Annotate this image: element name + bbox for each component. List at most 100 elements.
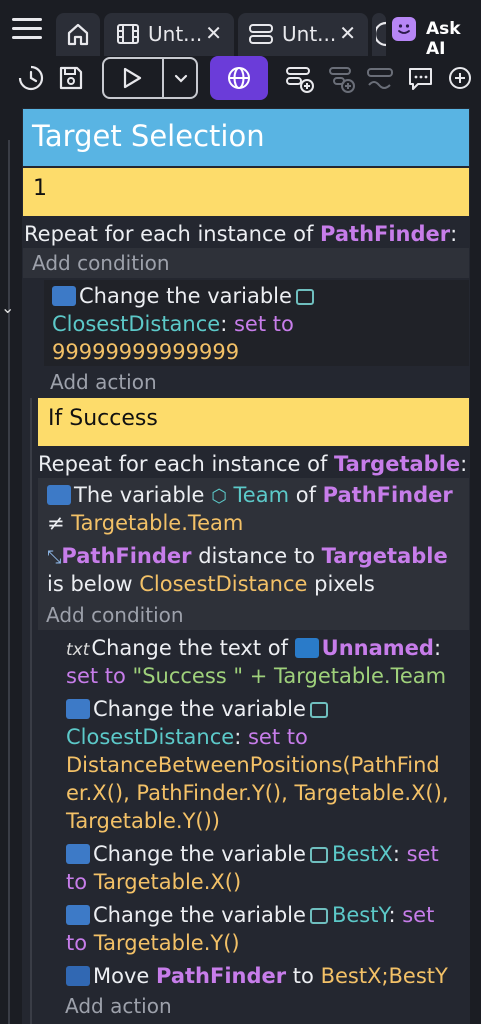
- condition-variable[interactable]: The variable ⬡ Team of PathFinder: [47, 481, 453, 511]
- repeat-event-header[interactable]: Repeat for each instance of PathFinder:: [24, 220, 457, 248]
- tab-label: Unt...: [148, 22, 203, 46]
- set: set: [399, 842, 439, 866]
- add-action-button[interactable]: Add action: [50, 370, 157, 394]
- action-change-text[interactable]: txtChange the text of Unnamed:: [66, 634, 441, 664]
- tab-bar: Unt... ✕ Unt... ✕ Ask AI: [0, 0, 481, 59]
- action-change-closest-line2: ClosestDistance: set to: [66, 723, 308, 751]
- ask-ai-label: Ask AI: [426, 19, 461, 59]
- tab-events[interactable]: Unt... ✕: [238, 13, 368, 56]
- tab-label: Unt...: [282, 22, 337, 46]
- condition-distance-line2: is below ClosestDistance pixels: [47, 570, 375, 598]
- tab-scene[interactable]: Unt... ✕: [104, 13, 234, 56]
- variable-name: Team: [233, 483, 290, 507]
- not-equal: ≠: [47, 511, 72, 535]
- gutter-line: [8, 140, 10, 1024]
- variable-icon: [66, 699, 90, 719]
- set-to: set to: [66, 664, 126, 688]
- condition-text: is below: [47, 572, 140, 596]
- add-event-icon[interactable]: [285, 65, 315, 95]
- variable-small-icon: [309, 847, 328, 863]
- add-sub-event-icon[interactable]: [326, 65, 356, 95]
- chevron-down-icon[interactable]: [173, 71, 189, 87]
- action-move[interactable]: Move PathFinder to BestX;BestY: [66, 962, 448, 990]
- to: to: [66, 870, 88, 894]
- action-text: Change the variable: [93, 697, 306, 721]
- hamburger-menu-icon[interactable]: [12, 18, 42, 40]
- group-title: If Success: [48, 406, 158, 431]
- add-comment-icon[interactable]: [407, 65, 435, 93]
- action-text: Change the variable: [79, 284, 292, 308]
- group-title: 1: [33, 176, 47, 201]
- sub-event-line: [30, 398, 32, 1024]
- object-name: PathFinder: [156, 964, 287, 988]
- comment-event[interactable]: Target Selection: [23, 109, 469, 166]
- film-icon: [117, 24, 139, 44]
- comment-text: Target Selection: [32, 119, 265, 153]
- action-change-closest[interactable]: Change the variable: [66, 695, 332, 723]
- globe-icon: [228, 67, 250, 89]
- variable-name: BestX: [331, 842, 393, 866]
- action-text: Change the variable: [93, 903, 306, 927]
- distance-icon: ⤡: [47, 547, 62, 568]
- object-name: PathFinder: [322, 483, 453, 507]
- group-event-2[interactable]: If Success: [38, 398, 469, 446]
- repeat-suffix: :: [450, 222, 458, 246]
- publish-button[interactable]: [210, 56, 268, 100]
- condition-value: Targetable.Team: [71, 511, 244, 535]
- save-icon[interactable]: [58, 65, 84, 91]
- object-name: PathFinder: [320, 222, 451, 246]
- variable-small-icon: [309, 908, 328, 924]
- tab-home[interactable]: [56, 13, 100, 56]
- add-condition-button[interactable]: Add condition: [32, 251, 170, 275]
- ask-ai-button[interactable]: Ask AI: [388, 12, 481, 59]
- repeat-suffix: :: [460, 452, 468, 476]
- variable-icon: [66, 905, 90, 925]
- history-icon[interactable]: [17, 64, 45, 92]
- action-change-besty[interactable]: Change the variable BestY: set: [66, 901, 434, 929]
- action-change-bestx[interactable]: Change the variable BestX: set: [66, 840, 439, 868]
- action-change-text-line2: set to "Success " + Targetable.Team: [66, 662, 446, 690]
- add-icon[interactable]: [447, 65, 473, 91]
- ask-ai-icon: [392, 17, 416, 41]
- repeat-prefix: Repeat for each instance of: [24, 222, 321, 246]
- action-value: Targetable.Y(): [93, 931, 240, 955]
- action-value: "Success " + Targetable.Team: [125, 664, 447, 688]
- repeat-event-header[interactable]: Repeat for each instance of Targetable:: [38, 450, 467, 478]
- toolbar: [0, 56, 481, 104]
- collapse-chevron-icon[interactable]: ⌄: [1, 298, 14, 317]
- object-name: PathFinder: [61, 544, 192, 568]
- move-icon: [66, 966, 90, 986]
- condition-distance[interactable]: ⤡PathFinder distance to Targetable: [47, 542, 448, 572]
- add-condition-button[interactable]: Add condition: [46, 603, 184, 627]
- action-value: Targetable.X(): [93, 870, 242, 894]
- variable-small-icon: [309, 702, 328, 718]
- variable-small-icon: [295, 289, 314, 305]
- set: set: [395, 903, 435, 927]
- close-icon[interactable]: ✕: [205, 21, 222, 45]
- variable-name: ClosestDistance: [52, 312, 221, 336]
- add-action-button[interactable]: Add action: [65, 994, 172, 1018]
- action-change-variable-line2: ClosestDistance: set to: [52, 310, 294, 338]
- group-event-1[interactable]: 1: [23, 168, 469, 216]
- repeat-prefix: Repeat for each instance of: [38, 452, 335, 476]
- action-value-line3: DistanceBetweenPositions(PathFind: [66, 753, 440, 777]
- events-icon: [249, 24, 273, 44]
- condition-variable-line2: ≠ Targetable.Team: [47, 509, 243, 537]
- object-name: Targetable: [334, 452, 461, 476]
- condition-text: The variable: [74, 483, 205, 507]
- action-change-variable[interactable]: Change the variable: [52, 282, 318, 310]
- play-icon[interactable]: [120, 66, 144, 90]
- variable-name: BestY: [331, 903, 389, 927]
- set-to: set to: [241, 725, 308, 749]
- colon: :: [220, 312, 228, 336]
- condition-text: distance to: [191, 544, 322, 568]
- colon: :: [433, 636, 442, 660]
- close-icon[interactable]: ✕: [339, 21, 356, 45]
- colon: :: [388, 903, 396, 927]
- action-text-2: to: [286, 964, 321, 988]
- add-condition-icon[interactable]: [366, 65, 396, 95]
- variable-icon: [66, 844, 90, 864]
- of-text: of: [289, 483, 323, 507]
- action-text: Move: [93, 964, 156, 988]
- tab-partial[interactable]: [372, 13, 387, 56]
